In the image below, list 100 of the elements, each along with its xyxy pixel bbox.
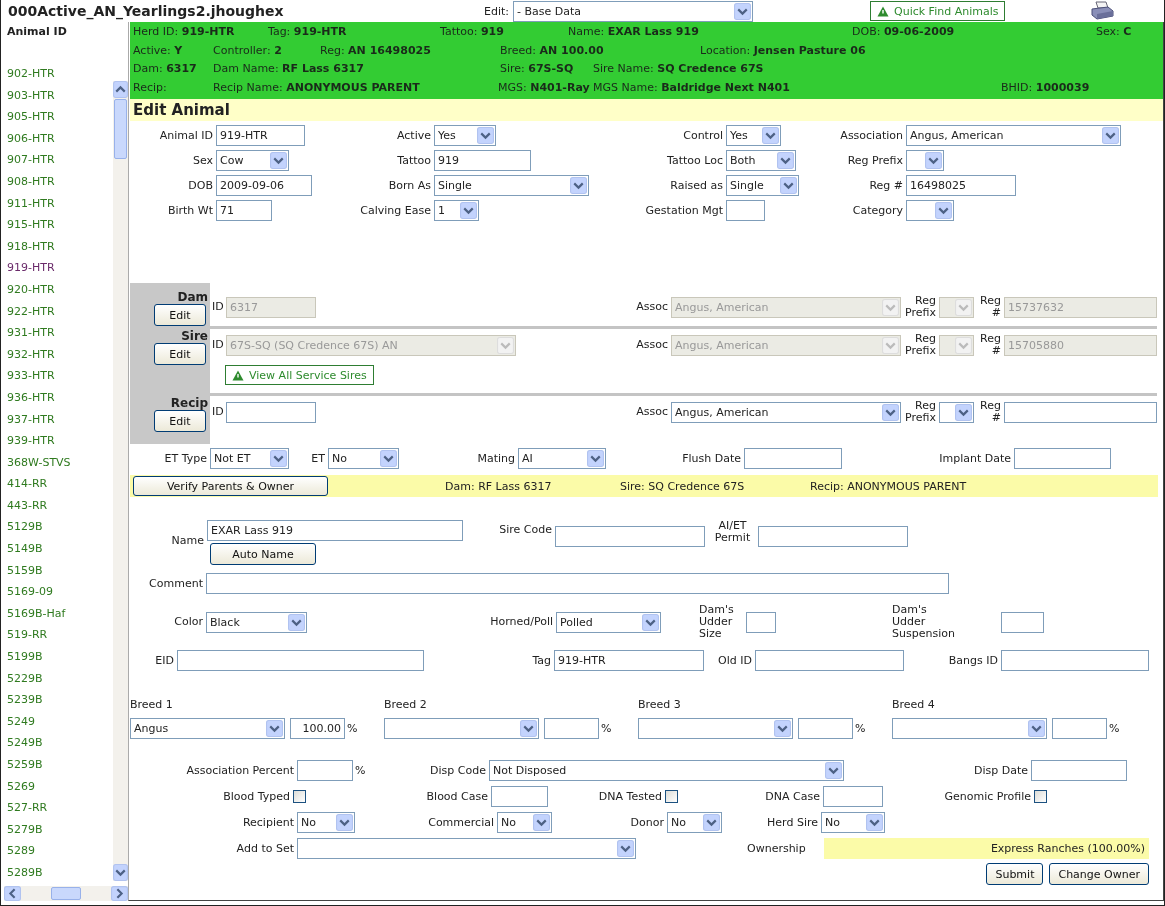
printer-icon[interactable] [1090, 1, 1115, 21]
text-field[interactable] [726, 200, 765, 221]
dropdown[interactable]: No [821, 812, 885, 833]
submit-button[interactable]: Submit [986, 863, 1044, 885]
checkbox[interactable] [665, 790, 678, 803]
animal-link[interactable]: 368W-STVS [7, 451, 71, 474]
animal-link[interactable]: 5289B [7, 861, 43, 884]
verify-button[interactable]: Verify Parents & Owner [133, 476, 328, 496]
dropdown[interactable] [384, 718, 539, 739]
scroll-thumb[interactable] [51, 887, 81, 900]
dropdown[interactable]: Both [726, 150, 796, 171]
text-field[interactable]: 71 [216, 200, 272, 221]
dropdown[interactable]: Not Disposed [489, 760, 844, 781]
animal-link[interactable]: 5279B [7, 818, 43, 841]
dropdown[interactable]: Not ET [210, 448, 289, 469]
dropdown[interactable]: Polled [556, 611, 661, 633]
vertical-scrollbar[interactable] [113, 81, 128, 881]
text-field[interactable] [491, 786, 548, 807]
animal-link[interactable]: 919-HTR [7, 257, 55, 279]
dropdown[interactable]: Single [726, 175, 799, 196]
animal-link[interactable]: 908-HTR [7, 170, 55, 193]
dropdown[interactable]: Yes [726, 125, 781, 146]
animal-link[interactable]: 907-HTR [7, 149, 55, 171]
auto-name-button[interactable]: Auto Name [210, 543, 316, 565]
dropdown[interactable]: Single [434, 175, 589, 196]
dropdown[interactable] [906, 200, 954, 221]
text-field[interactable] [1001, 611, 1044, 633]
text-field[interactable] [206, 573, 949, 594]
text-field[interactable]: 919 [434, 150, 531, 171]
animal-link[interactable]: 5289 [7, 840, 35, 862]
animal-link[interactable]: 905-HTR [7, 106, 55, 128]
dropdown[interactable] [638, 718, 793, 739]
animal-link[interactable]: 5229B [7, 667, 43, 690]
text-field[interactable]: 100.00 [290, 718, 345, 739]
text-field[interactable] [758, 526, 908, 547]
text-field[interactable]: 16498025 [906, 175, 1016, 196]
dropdown[interactable]: No [297, 812, 355, 833]
dropdown[interactable]: Black [206, 611, 307, 633]
animal-link[interactable]: 936-HTR [7, 386, 55, 409]
horizontal-scrollbar[interactable] [4, 886, 128, 901]
dropdown[interactable]: Cow [216, 150, 289, 171]
dropdown[interactable]: No [328, 448, 399, 469]
text-field[interactable]: 919-HTR [216, 125, 305, 146]
animal-link[interactable]: 918-HTR [7, 235, 55, 258]
scroll-up-icon[interactable] [113, 81, 128, 98]
text-field[interactable] [177, 650, 424, 671]
animal-link[interactable]: 920-HTR [7, 278, 55, 301]
animal-link[interactable]: 5129B [7, 516, 43, 539]
text-field[interactable] [798, 718, 853, 739]
text-field[interactable]: EXAR Lass 919 [207, 520, 463, 541]
animal-link[interactable]: 937-HTR [7, 408, 55, 431]
scroll-thumb[interactable] [114, 99, 127, 159]
animal-link[interactable]: 5259B [7, 754, 43, 776]
dropdown[interactable] [906, 150, 944, 171]
quick-find-button[interactable]: Quick Find Animals [870, 1, 1006, 21]
text-field[interactable] [1031, 760, 1127, 781]
text-field[interactable]: 2009-09-06 [216, 175, 312, 196]
scroll-right-icon[interactable] [111, 886, 128, 901]
animal-link[interactable]: 915-HTR [7, 214, 55, 236]
dropdown[interactable]: Angus, American [906, 125, 1121, 146]
animal-link[interactable]: 903-HTR [7, 84, 55, 107]
scroll-down-icon[interactable] [113, 864, 128, 881]
dropdown[interactable]: Angus, American [671, 401, 901, 423]
animal-link[interactable]: 932-HTR [7, 343, 55, 366]
animal-link[interactable]: 5249B [7, 732, 43, 754]
animal-link[interactable]: 906-HTR [7, 127, 55, 150]
text-field[interactable] [744, 448, 842, 469]
edit-button[interactable]: Edit [154, 410, 206, 432]
dropdown[interactable]: Yes [434, 125, 496, 146]
animal-link[interactable]: 519-RR [7, 624, 48, 647]
text-field[interactable] [1014, 448, 1111, 469]
checkbox[interactable] [293, 790, 306, 803]
text-field[interactable] [226, 401, 316, 423]
dropdown[interactable] [892, 718, 1047, 739]
text-field[interactable] [1001, 650, 1149, 671]
animal-link[interactable]: 5149B [7, 538, 43, 560]
animal-link[interactable]: 5249 [7, 710, 35, 733]
text-field[interactable] [746, 611, 776, 633]
scroll-left-icon[interactable] [4, 886, 21, 901]
dropdown[interactable] [297, 838, 636, 859]
text-field[interactable] [544, 718, 599, 739]
edit-dropdown[interactable]: - Base Data [513, 0, 753, 22]
dropdown[interactable]: 1 [434, 200, 479, 221]
change-owner-button[interactable]: Change Owner [1049, 863, 1149, 885]
text-field[interactable] [1004, 401, 1157, 423]
checkbox[interactable] [1034, 790, 1047, 803]
animal-link[interactable]: 922-HTR [7, 300, 55, 323]
animal-link[interactable]: 5199B [7, 646, 43, 668]
text-field[interactable] [1052, 718, 1107, 739]
text-field[interactable]: 919-HTR [554, 650, 704, 671]
animal-link[interactable]: 933-HTR [7, 365, 55, 387]
animal-link[interactable]: 939-HTR [7, 430, 55, 452]
text-field[interactable] [823, 786, 883, 807]
animal-link[interactable]: 5239B [7, 689, 43, 711]
dropdown[interactable]: Angus [130, 718, 285, 739]
text-field[interactable] [755, 650, 904, 671]
animal-link[interactable]: 902-HTR [7, 63, 55, 85]
animal-link[interactable]: 911-HTR [7, 192, 55, 215]
animal-link[interactable]: 443-RR [7, 494, 48, 517]
dropdown[interactable]: AI [518, 448, 606, 469]
